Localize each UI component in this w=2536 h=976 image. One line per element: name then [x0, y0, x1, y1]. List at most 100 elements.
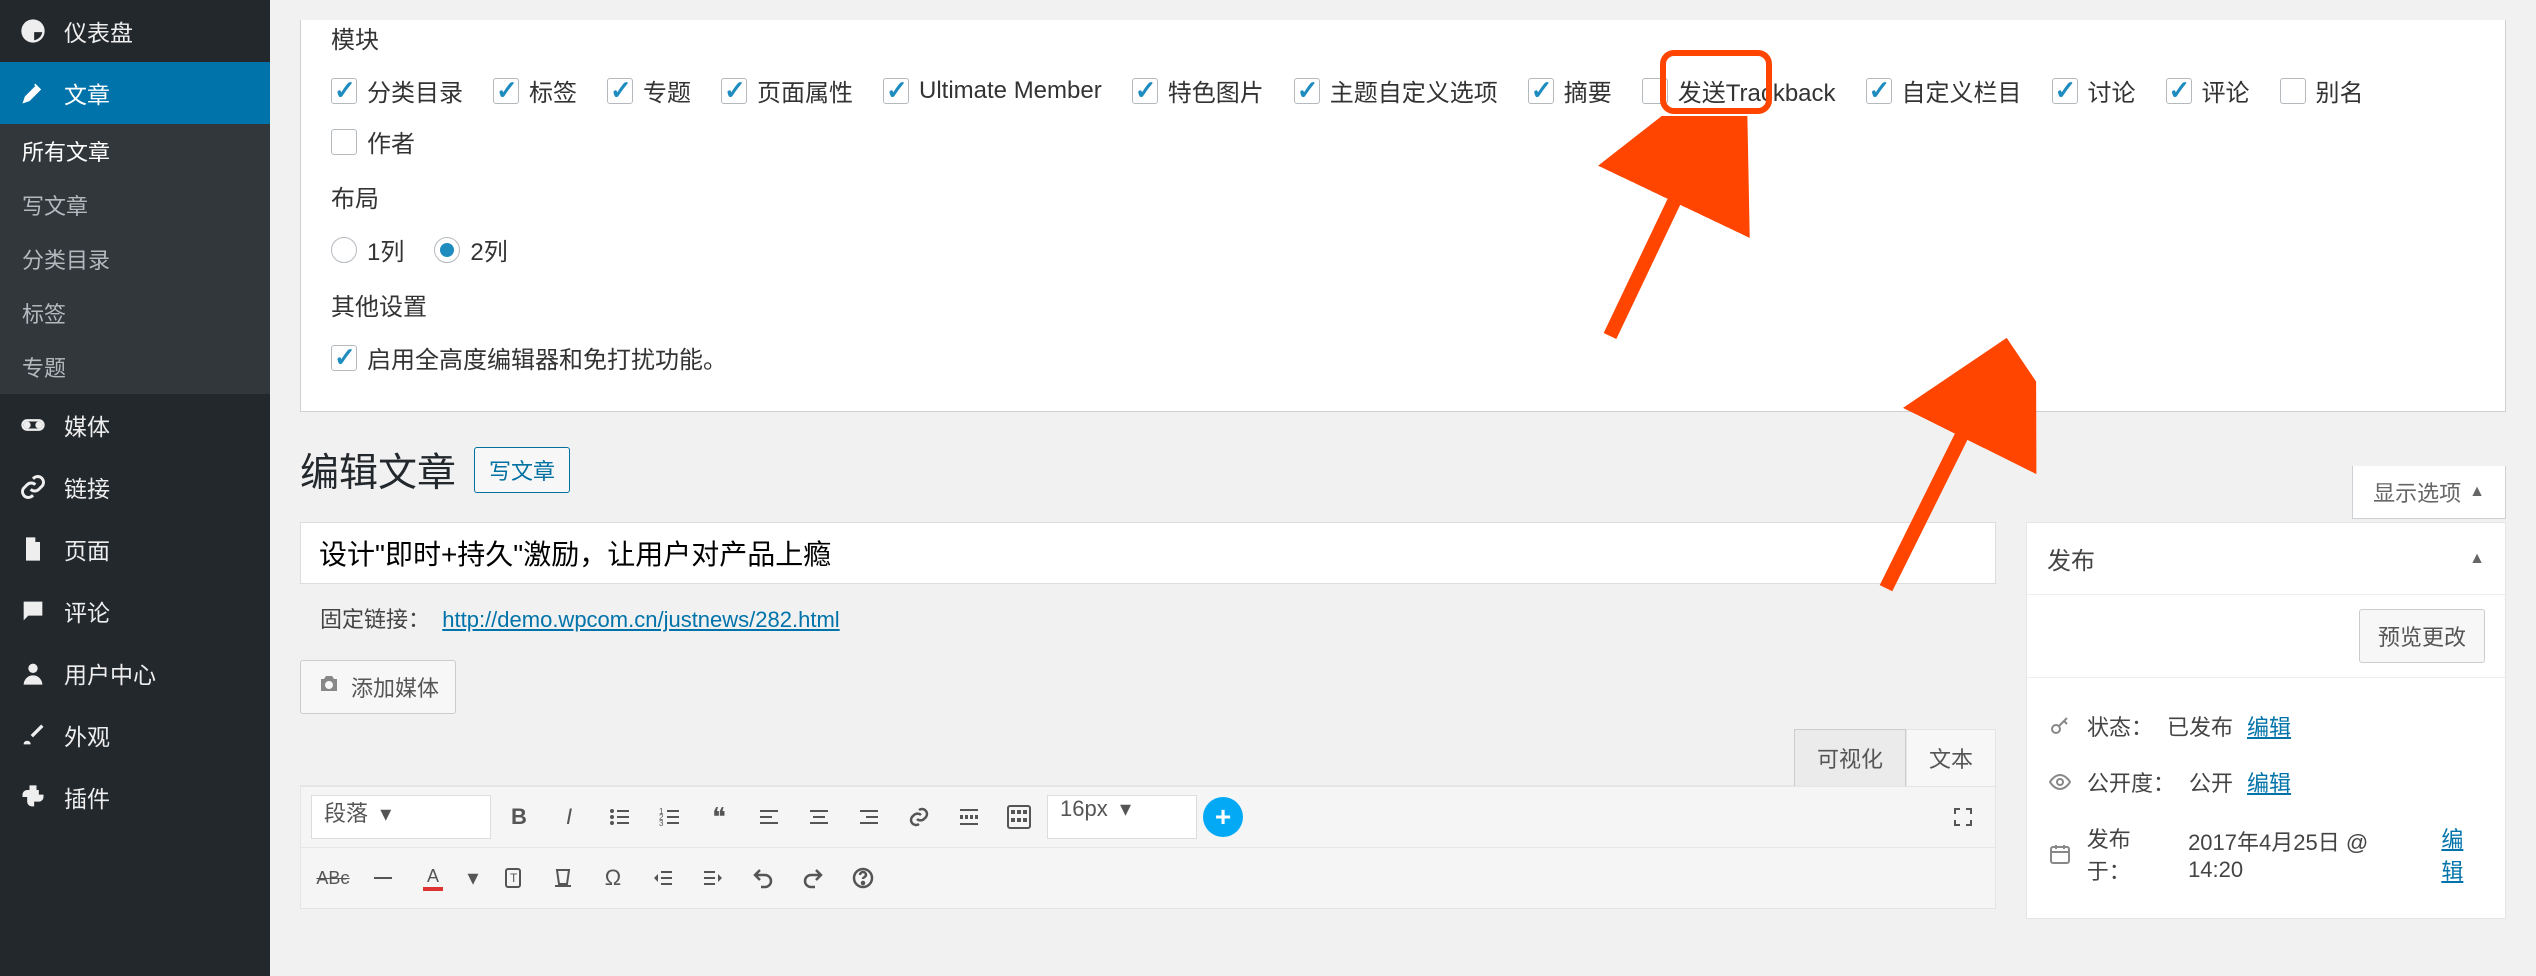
publish-header[interactable]: 发布 ▲: [2027, 523, 2505, 595]
module-option-13[interactable]: 作者: [331, 124, 415, 159]
module-checkbox-9[interactable]: [1866, 78, 1892, 104]
module-option-12[interactable]: 别名: [2280, 73, 2364, 108]
special-char-button[interactable]: Ω: [591, 856, 635, 900]
edit-published-link[interactable]: 编辑: [2441, 822, 2485, 886]
module-option-1[interactable]: 标签: [493, 73, 577, 108]
fontsize-select[interactable]: 16px ▾: [1047, 795, 1197, 839]
format-select[interactable]: 段落 ▾: [311, 795, 491, 839]
tab-text[interactable]: 文本: [1906, 729, 1996, 786]
module-option-9[interactable]: 自定义栏目: [1866, 73, 2022, 108]
preview-button[interactable]: 预览更改: [2359, 609, 2485, 663]
status-row: 状态： 已发布 编辑: [2047, 698, 2485, 754]
insert-link-button[interactable]: [897, 795, 941, 839]
module-label-13: 作者: [367, 124, 415, 159]
clear-formatting-button[interactable]: [541, 856, 585, 900]
add-block-button[interactable]: +: [1203, 797, 1243, 837]
post-title-input[interactable]: [300, 522, 1996, 584]
module-checkbox-2[interactable]: [607, 78, 633, 104]
submenu-tags[interactable]: 标签: [0, 286, 270, 340]
module-checkbox-13[interactable]: [331, 129, 357, 155]
menu-plugins[interactable]: 插件: [0, 766, 270, 828]
add-media-button[interactable]: 添加媒体: [300, 660, 456, 714]
fullscreen-button[interactable]: [1941, 795, 1985, 839]
module-checkbox-3[interactable]: [721, 78, 747, 104]
insert-more-button[interactable]: [947, 795, 991, 839]
align-left-button[interactable]: [747, 795, 791, 839]
text-color-button[interactable]: A: [411, 856, 455, 900]
module-option-11[interactable]: 评论: [2166, 73, 2250, 108]
menu-media[interactable]: 媒体: [0, 394, 270, 456]
module-option-2[interactable]: 专题: [607, 73, 691, 108]
new-post-button[interactable]: 写文章: [474, 447, 570, 493]
module-option-5[interactable]: 特色图片: [1132, 73, 1264, 108]
fullheight-editor-option[interactable]: 启用全高度编辑器和免打扰功能。: [331, 340, 727, 375]
editor-column: 固定链接： http://demo.wpcom.cn/justnews/282.…: [300, 522, 1996, 949]
module-option-10[interactable]: 讨论: [2052, 73, 2136, 108]
module-checkbox-8[interactable]: [1642, 78, 1668, 104]
module-checkbox-6[interactable]: [1294, 78, 1320, 104]
module-checkbox-4[interactable]: [883, 78, 909, 104]
module-option-6[interactable]: 主题自定义选项: [1294, 73, 1498, 108]
menu-posts[interactable]: 文章: [0, 62, 270, 124]
align-center-button[interactable]: [797, 795, 841, 839]
italic-button[interactable]: I: [547, 795, 591, 839]
toolbar-toggle-button[interactable]: [997, 795, 1041, 839]
permalink-row: 固定链接： http://demo.wpcom.cn/justnews/282.…: [300, 584, 1996, 652]
module-checkbox-5[interactable]: [1132, 78, 1158, 104]
hr-button[interactable]: [361, 856, 405, 900]
redo-button[interactable]: [791, 856, 835, 900]
svg-text:3: 3: [659, 819, 664, 828]
menu-comments[interactable]: 评论: [0, 580, 270, 642]
tab-visual[interactable]: 可视化: [1794, 729, 1906, 786]
help-button[interactable]: [841, 856, 885, 900]
admin-sidebar: 仪表盘 文章 所有文章 写文章 分类目录 标签 专题 媒体 链接 页面 评论 用…: [0, 0, 270, 976]
bold-button[interactable]: B: [497, 795, 541, 839]
publish-body: 状态： 已发布 编辑 公开度： 公开 编辑 发布于：: [2027, 678, 2505, 918]
text-color-dropdown[interactable]: ▾: [461, 856, 485, 900]
submenu-categories[interactable]: 分类目录: [0, 232, 270, 286]
menu-users[interactable]: 用户中心: [0, 642, 270, 704]
menu-links[interactable]: 链接: [0, 456, 270, 518]
menu-appearance[interactable]: 外观: [0, 704, 270, 766]
calendar-icon: [2047, 841, 2073, 867]
module-option-3[interactable]: 页面属性: [721, 73, 853, 108]
outdent-button[interactable]: [641, 856, 685, 900]
edit-status-link[interactable]: 编辑: [2247, 710, 2291, 742]
modules-group: 分类目录标签专题页面属性 Ultimate Member 特色图片主题自定义选项摘要…: [331, 73, 2475, 159]
module-option-0[interactable]: 分类目录: [331, 73, 463, 108]
indent-button[interactable]: [691, 856, 735, 900]
number-list-button[interactable]: 123: [647, 795, 691, 839]
module-checkbox-10[interactable]: [2052, 78, 2078, 104]
strikethrough-button[interactable]: ABє: [311, 856, 355, 900]
submenu-all-posts[interactable]: 所有文章: [0, 124, 270, 178]
module-option-7[interactable]: 摘要: [1528, 73, 1612, 108]
align-right-button[interactable]: [847, 795, 891, 839]
publish-box: 发布 ▲ 预览更改 状态： 已发布 编辑: [2026, 522, 2506, 919]
layout-2col[interactable]: 2列: [434, 232, 507, 267]
module-checkbox-1[interactable]: [493, 78, 519, 104]
submenu-topics[interactable]: 专题: [0, 340, 270, 394]
edit-visibility-link[interactable]: 编辑: [2247, 766, 2291, 798]
published-value: 2017年4月25日 @ 14:20: [2188, 825, 2427, 883]
fullheight-editor-checkbox[interactable]: [331, 345, 357, 371]
bullet-list-button[interactable]: [597, 795, 641, 839]
module-checkbox-7[interactable]: [1528, 78, 1554, 104]
layout-1col-radio[interactable]: [331, 237, 357, 263]
submenu-posts: 所有文章 写文章 分类目录 标签 专题: [0, 124, 270, 394]
module-checkbox-0[interactable]: [331, 78, 357, 104]
undo-button[interactable]: [741, 856, 785, 900]
menu-dashboard[interactable]: 仪表盘: [0, 0, 270, 62]
screen-options-tab[interactable]: 显示选项 ▲: [2352, 466, 2506, 519]
module-checkbox-12[interactable]: [2280, 78, 2306, 104]
menu-pages-label: 页面: [64, 532, 110, 566]
layout-1col[interactable]: 1列: [331, 232, 404, 267]
module-option-4[interactable]: Ultimate Member: [883, 73, 1102, 108]
module-option-8[interactable]: 发送Trackback: [1642, 73, 1836, 108]
layout-2col-radio[interactable]: [434, 237, 460, 263]
paste-text-button[interactable]: T: [491, 856, 535, 900]
submenu-new-post[interactable]: 写文章: [0, 178, 270, 232]
blockquote-button[interactable]: ❝: [697, 795, 741, 839]
module-checkbox-11[interactable]: [2166, 78, 2192, 104]
permalink-url[interactable]: http://demo.wpcom.cn/justnews/282.html: [442, 607, 839, 632]
menu-pages[interactable]: 页面: [0, 518, 270, 580]
